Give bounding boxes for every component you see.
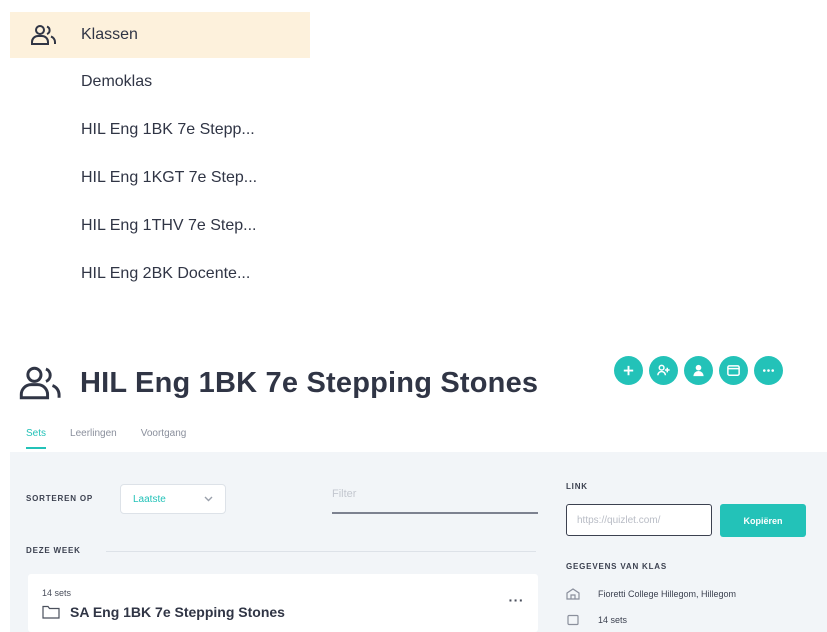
school-icon xyxy=(566,588,580,600)
sets-icon xyxy=(567,614,579,626)
more-options-button[interactable] xyxy=(754,356,783,385)
class-item-label: HIL Eng 1KGT 7e Step... xyxy=(81,169,258,186)
users-icon xyxy=(19,366,61,400)
sort-select[interactable]: Laatste xyxy=(120,484,226,514)
page-title-row: HIL Eng 1BK 7e Stepping Stones xyxy=(18,358,538,408)
class-item[interactable]: HIL Eng 2BK Docente... xyxy=(10,250,310,298)
set-count: 14 sets xyxy=(42,588,72,598)
tab-leerlingen[interactable]: Leerlingen xyxy=(70,428,117,449)
sets-panel: SORTEREN OP Laatste Filter DEZE WEEK 14 … xyxy=(10,452,827,632)
class-list-header-label: Klassen xyxy=(81,26,138,43)
class-item[interactable]: HIL Eng 1BK 7e Stepp... xyxy=(10,106,310,154)
class-item-label: HIL Eng 1THV 7e Step... xyxy=(81,217,257,234)
plus-icon xyxy=(623,365,634,376)
class-info-sets-text: 14 sets xyxy=(598,615,628,625)
section-label: DEZE WEEK xyxy=(26,546,81,555)
class-item[interactable]: HIL Eng 1THV 7e Step... xyxy=(10,202,310,250)
folder-icon xyxy=(42,605,60,619)
set-title: SA Eng 1BK 7e Stepping Stones xyxy=(70,604,285,620)
class-item[interactable]: HIL Eng 1KGT 7e Step... xyxy=(10,154,310,202)
class-list-header[interactable]: Klassen xyxy=(10,12,310,58)
set-card[interactable]: 14 sets SA Eng 1BK 7e Stepping Stones ··… xyxy=(28,574,538,632)
filter-input[interactable]: Filter xyxy=(332,482,538,514)
class-list: Klassen Demoklas HIL Eng 1BK 7e Stepp...… xyxy=(10,12,310,298)
add-user-icon xyxy=(657,364,670,376)
chevron-down-icon xyxy=(204,496,213,502)
section-divider xyxy=(106,551,536,552)
users-icon xyxy=(31,25,56,45)
link-label: LINK xyxy=(566,482,588,491)
member-button[interactable] xyxy=(684,356,713,385)
more-icon xyxy=(762,369,775,372)
action-buttons xyxy=(614,356,783,385)
tab-sets[interactable]: Sets xyxy=(26,428,47,449)
class-info-school: Fioretti College Hillegom, Hillegom xyxy=(566,588,736,600)
sort-select-value: Laatste xyxy=(133,493,166,505)
sort-label: SORTEREN OP xyxy=(26,494,94,503)
link-field[interactable]: https://quizlet.com/ xyxy=(566,504,712,536)
invite-members-button[interactable] xyxy=(649,356,678,385)
folder-icon xyxy=(727,365,740,376)
add-set-button[interactable] xyxy=(614,356,643,385)
class-info-sets: 14 sets xyxy=(566,614,627,626)
add-folder-button[interactable] xyxy=(719,356,748,385)
class-item[interactable]: Demoklas xyxy=(10,58,310,106)
set-menu-button[interactable]: ··· xyxy=(509,592,525,608)
person-icon xyxy=(693,364,704,377)
class-info-label: GEGEVENS VAN KLAS xyxy=(566,562,668,571)
copy-link-button[interactable]: Kopiëren xyxy=(720,504,806,537)
class-item-label: HIL Eng 2BK Docente... xyxy=(81,265,251,282)
class-tabs: Sets Leerlingen Voortgang xyxy=(26,428,186,449)
tab-voortgang[interactable]: Voortgang xyxy=(141,428,187,449)
class-item-label: Demoklas xyxy=(81,73,153,90)
class-item-label: HIL Eng 1BK 7e Stepp... xyxy=(81,121,255,138)
class-info-school-text: Fioretti College Hillegom, Hillegom xyxy=(598,589,737,599)
page-title: HIL Eng 1BK 7e Stepping Stones xyxy=(80,366,539,399)
